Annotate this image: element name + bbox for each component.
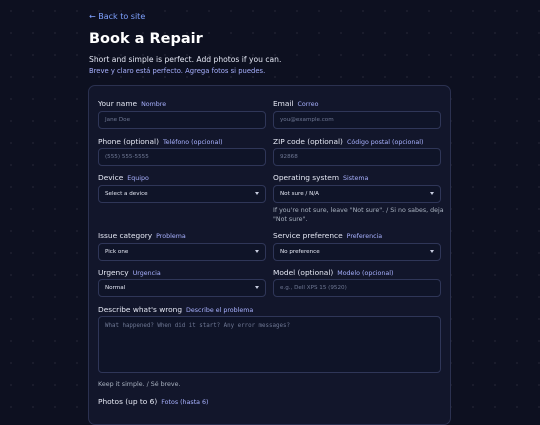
urgency-select[interactable]: Normal [98, 279, 266, 297]
phone-label: Phone (optional) Teléfono (opcional) [98, 137, 223, 146]
chevron-down-icon [255, 192, 259, 195]
subtitle-es: Breve y claro está perfecto. Agrega foto… [89, 67, 266, 75]
describe-label: Describe what's wrong Describe el problem… [98, 305, 254, 314]
chevron-down-icon [255, 286, 259, 289]
os-select[interactable]: Not sure / N/A [273, 185, 441, 203]
chevron-down-icon [255, 250, 259, 253]
email-input[interactable]: you@example.com [273, 111, 441, 129]
issue-select[interactable]: Pick one [98, 243, 266, 261]
zip-label: ZIP code (optional) Código postal (opcion… [273, 137, 424, 146]
chevron-down-icon [430, 192, 434, 195]
phone-input[interactable]: (555) 555-5555 [98, 148, 266, 166]
service-select[interactable]: No preference [273, 243, 441, 261]
name-input[interactable]: Jane Doe [98, 111, 266, 129]
zip-input[interactable]: 92868 [273, 148, 441, 166]
name-label: Your name Nombre [98, 99, 167, 108]
issue-label: Issue category Problema [98, 231, 186, 240]
describe-textarea[interactable]: What happened? When did it start? Any er… [98, 316, 441, 373]
describe-hint: Keep it simple. / Sé breve. [98, 381, 181, 388]
model-input[interactable]: e.g., Dell XPS 15 (9520) [273, 279, 441, 297]
device-select[interactable]: Select a device [98, 185, 266, 203]
subtitle-en: Short and simple is perfect. Add photos … [89, 55, 282, 64]
os-hint: If you're not sure, leave "Not sure". / … [273, 207, 444, 223]
os-label: Operating system Sistema [273, 173, 369, 182]
urgency-label: Urgency Urgencia [98, 268, 161, 277]
device-label: Device Equipo [98, 173, 149, 182]
model-label: Model (optional) Modelo (opcional) [273, 268, 394, 277]
page-title: Book a Repair [89, 31, 203, 47]
service-label: Service preference Preferencia [273, 231, 383, 240]
chevron-down-icon [430, 250, 434, 253]
back-to-site-link[interactable]: ← Back to site [89, 12, 145, 21]
email-label: Email Correo [273, 99, 319, 108]
